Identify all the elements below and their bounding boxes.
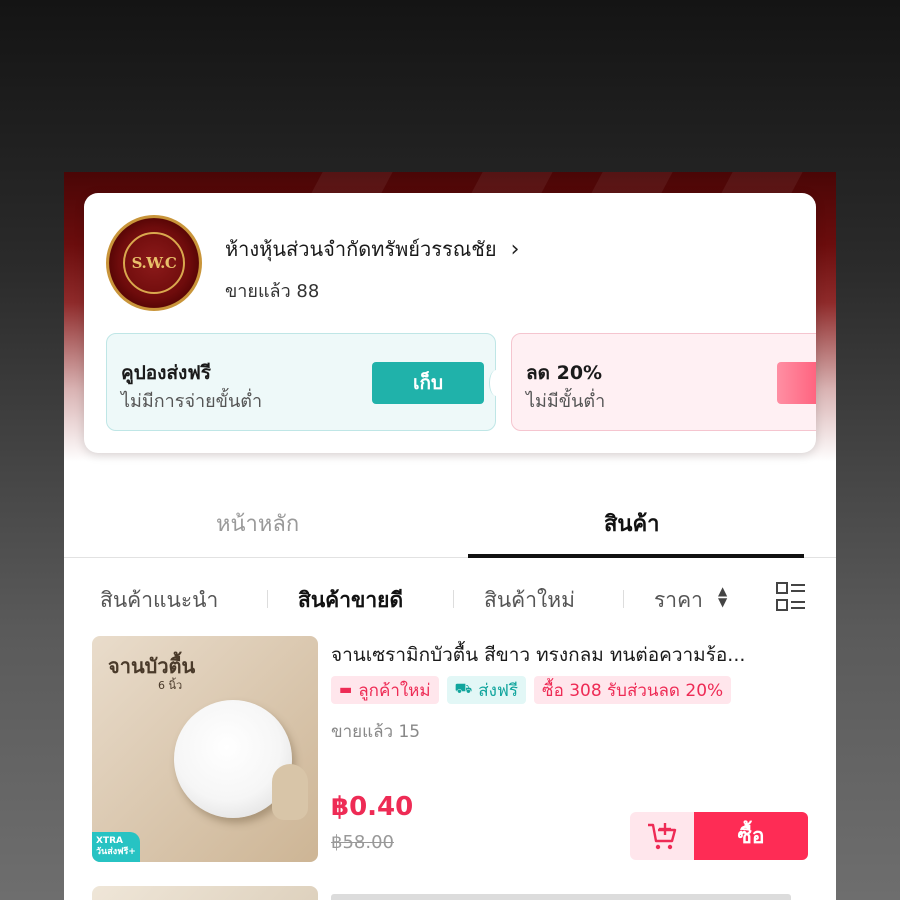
active-tab-indicator xyxy=(468,554,804,558)
shop-name: ห้างหุ้นส่วนจำกัดทรัพย์วรรณชัย xyxy=(225,237,497,261)
coupon-notch xyxy=(489,370,503,396)
shop-logo[interactable]: S.W.C xyxy=(106,215,202,311)
thumbnail-subtitle: 6 นิ้ว xyxy=(158,679,183,692)
xtra-badge-label: XTRA xyxy=(96,836,123,846)
next-product-thumbnail[interactable] xyxy=(92,886,318,900)
product-sold-count: ขายแล้ว 15 xyxy=(331,722,421,742)
vase-image xyxy=(272,764,308,820)
shop-screen: S.W.C ห้างหุ้นส่วนจำกัดทรัพย์วรรณชัย › ข… xyxy=(64,172,836,900)
collect-coupon-button[interactable]: เก็บ xyxy=(372,362,484,404)
coupon-free-shipping: คูปองส่งฟรี ไม่มีการจ่ายขั้นต่ำ เก็บ xyxy=(106,333,503,431)
sort-arrows-icon: ▲ ▼ xyxy=(718,584,728,609)
coupon-title: ลด 20% xyxy=(526,362,603,384)
collect-discount-button[interactable] xyxy=(777,362,816,404)
next-product-title[interactable] xyxy=(331,894,791,900)
product-original-price: ฿58.00 xyxy=(331,832,394,853)
promo-badge: ซื้อ 308 รับส่วนลด 20% xyxy=(534,676,732,704)
truck-icon: ⛟ xyxy=(454,681,473,697)
shop-info-card: S.W.C ห้างหุ้นส่วนจำกัดทรัพย์วรรณชัย › ข… xyxy=(84,193,816,453)
new-customer-label: ลูกค้าใหม่ xyxy=(358,680,431,701)
xtra-badge: XTRA วันส่งฟรี+ xyxy=(92,832,140,862)
tab-products[interactable]: สินค้า xyxy=(604,506,660,541)
product-price: ฿0.40 xyxy=(331,792,414,822)
shop-tabs: หน้าหลัก สินค้า xyxy=(64,492,836,558)
add-to-cart-icon xyxy=(648,823,677,850)
filter-price[interactable]: ราคา xyxy=(654,584,703,617)
divider xyxy=(453,590,454,608)
shop-sold-count: ขายแล้ว 88 xyxy=(225,281,320,302)
coupon-subtitle: ไม่มีขั้นต่ำ xyxy=(526,391,606,412)
ticket-icon: ▬ xyxy=(339,682,353,698)
coupon-discount: ลด 20% ไม่มีขั้นต่ำ xyxy=(511,333,816,431)
product-card[interactable]: จานบัวตื้น 6 นิ้ว XTRA วันส่งฟรี+ จานเซร… xyxy=(64,634,836,864)
xtra-badge-sub: วันส่งฟรี+ xyxy=(96,847,136,857)
shop-logo-text: S.W.C xyxy=(123,232,185,294)
add-to-cart-button[interactable] xyxy=(630,812,694,860)
free-shipping-badge: ⛟ ส่งฟรี xyxy=(446,676,527,704)
chevron-right-icon: › xyxy=(510,236,520,262)
filter-recommended[interactable]: สินค้าแนะนำ xyxy=(100,584,218,617)
product-title[interactable]: จานเซรามิกบัวตื้น สีขาว ทรงกลม ทนต่อความ… xyxy=(331,640,821,670)
product-thumbnail[interactable]: จานบัวตื้น 6 นิ้ว XTRA วันส่งฟรี+ xyxy=(92,636,318,862)
tab-home[interactable]: หน้าหลัก xyxy=(216,506,299,541)
divider xyxy=(267,590,268,608)
filter-new[interactable]: สินค้าใหม่ xyxy=(484,584,575,617)
list-view-icon[interactable] xyxy=(776,582,806,612)
coupon-subtitle: ไม่มีการจ่ายขั้นต่ำ xyxy=(121,391,263,412)
shop-name-link[interactable]: ห้างหุ้นส่วนจำกัดทรัพย์วรรณชัย › xyxy=(225,233,519,265)
product-filter-bar: สินค้าแนะนำ สินค้าขายดี สินค้าใหม่ ราคา … xyxy=(64,572,836,628)
coupon-title: คูปองส่งฟรี xyxy=(121,362,211,384)
divider xyxy=(623,590,624,608)
filter-best-selling[interactable]: สินค้าขายดี xyxy=(298,584,403,617)
free-shipping-label: ส่งฟรี xyxy=(478,680,519,701)
new-customer-badge: ▬ ลูกค้าใหม่ xyxy=(331,676,439,704)
buy-button[interactable]: ซื้อ xyxy=(694,812,808,860)
product-badges: ▬ ลูกค้าใหม่ ⛟ ส่งฟรี ซื้อ 308 รับส่วนลด… xyxy=(331,676,732,704)
